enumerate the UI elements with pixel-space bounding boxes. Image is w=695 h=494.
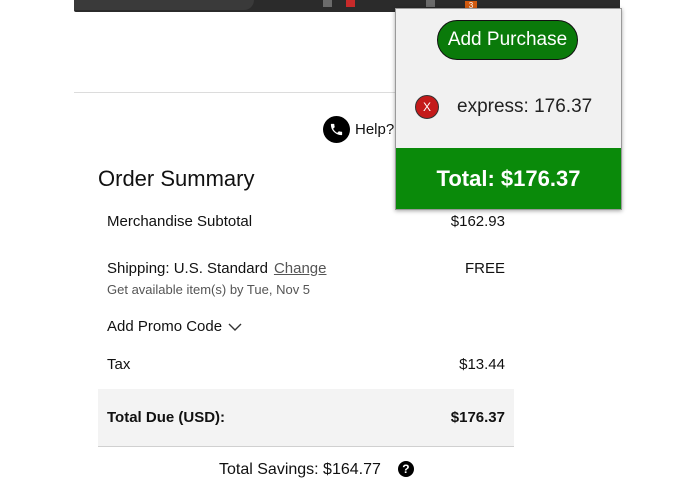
help-label: Help? bbox=[355, 121, 395, 138]
tax-row: Tax $13.44 bbox=[98, 356, 514, 380]
phone-icon bbox=[323, 116, 350, 143]
change-shipping-link[interactable]: Change bbox=[274, 260, 327, 277]
shipping-value: FREE bbox=[464, 260, 505, 277]
total-due-label: Total Due (USD): bbox=[107, 409, 226, 426]
total-due-row: Total Due (USD): $176.37 bbox=[98, 389, 514, 447]
shipping-label: Shipping: U.S. Standard Change bbox=[107, 260, 326, 277]
extension-icon[interactable] bbox=[346, 0, 355, 7]
promo-row: Add Promo Code bbox=[98, 318, 514, 342]
delivery-estimate: Get available item(s) by Tue, Nov 5 bbox=[107, 282, 311, 297]
total-savings: Total Savings: $164.77 ? bbox=[219, 460, 414, 479]
purchase-item-label: express: 176.37 bbox=[457, 96, 593, 117]
chevron-down-icon bbox=[228, 323, 242, 331]
purchase-tracker-popup: Add Purchase X express: 176.37 Total: $1… bbox=[395, 8, 622, 210]
help-link[interactable]: Help? bbox=[323, 116, 394, 143]
tax-label: Tax bbox=[107, 356, 131, 373]
address-bar[interactable] bbox=[74, 0, 254, 10]
promo-label: Add Promo Code bbox=[107, 318, 223, 335]
add-purchase-button[interactable]: Add Purchase bbox=[437, 20, 578, 60]
add-promo-code-toggle[interactable]: Add Promo Code bbox=[107, 318, 242, 335]
order-summary-title: Order Summary bbox=[98, 166, 255, 191]
popup-total: Total: $176.37 bbox=[396, 148, 621, 209]
remove-purchase-button[interactable]: X bbox=[415, 95, 439, 119]
extension-icon[interactable] bbox=[426, 0, 435, 7]
subtotal-row: Merchandise Subtotal $162.93 bbox=[98, 213, 514, 237]
shipping-method: Shipping: U.S. Standard bbox=[107, 260, 268, 277]
purchase-item: X express: 176.37 bbox=[415, 95, 592, 119]
help-question-icon[interactable]: ? bbox=[397, 460, 414, 477]
total-due-value: $176.37 bbox=[450, 409, 505, 426]
tax-value: $13.44 bbox=[459, 356, 505, 373]
subtotal-label: Merchandise Subtotal bbox=[107, 213, 253, 230]
subtotal-value: $162.93 bbox=[450, 213, 505, 230]
extension-icon[interactable] bbox=[323, 0, 332, 7]
shipping-row: Shipping: U.S. Standard Change FREE Get a… bbox=[98, 260, 514, 300]
total-savings-label: Total Savings: $164.77 bbox=[219, 461, 381, 478]
